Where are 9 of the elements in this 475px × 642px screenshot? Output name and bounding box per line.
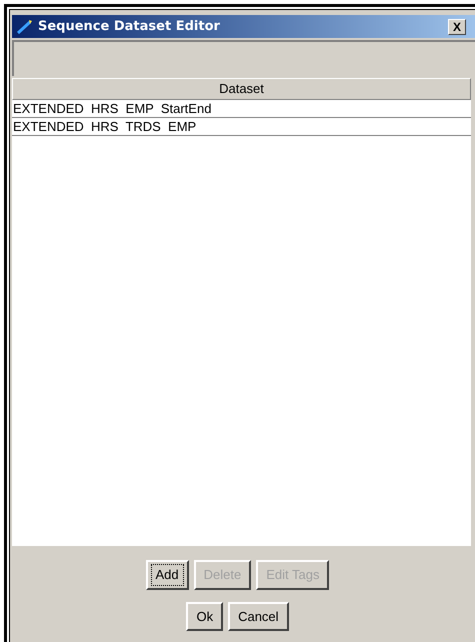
window-title: Sequence Dataset Editor — [38, 18, 220, 36]
table-row[interactable]: EXTENDED HRS TRDS EMP — [12, 118, 471, 136]
dialog-button[interactable]: Add — [146, 560, 189, 590]
close-button[interactable]: X — [448, 18, 466, 34]
column-header[interactable]: Dataset — [12, 78, 471, 100]
dialog-button[interactable]: Ok — [186, 602, 224, 631]
table-row[interactable]: EXTENDED HRS EMP StartEnd — [12, 100, 471, 118]
wand-icon — [16, 18, 34, 34]
dialog-button[interactable]: Cancel — [228, 602, 289, 631]
